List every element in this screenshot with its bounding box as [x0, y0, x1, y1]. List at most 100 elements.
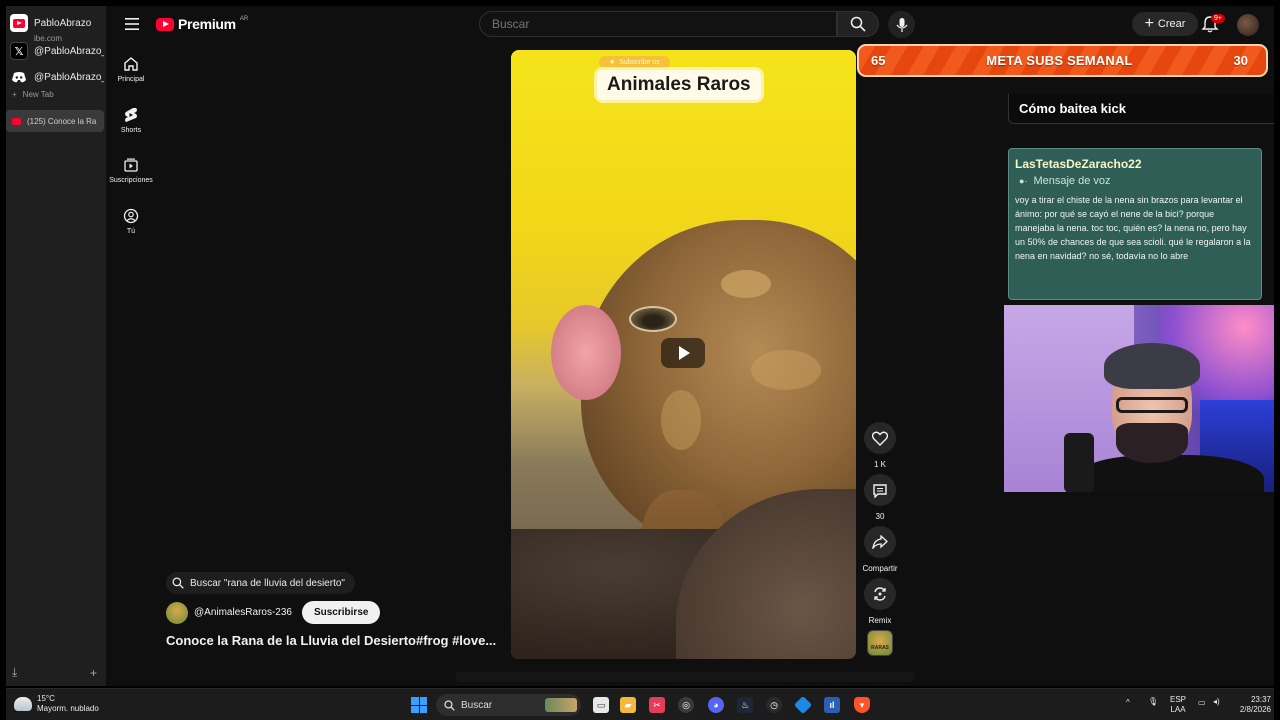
channel-row: @AnimalesRaros-236 Suscribirse	[166, 601, 381, 624]
search-icon	[172, 577, 184, 589]
like-count: 1 K	[873, 460, 886, 469]
active-tab[interactable]: (125) Conoce la Ra	[6, 110, 104, 132]
frog-spot	[661, 390, 701, 450]
youtube-icon	[10, 14, 28, 32]
overlay-subscribe-text: Subscribe us	[619, 58, 660, 66]
comments-button[interactable]: 30	[862, 474, 898, 521]
new-tab-label: New Tab	[22, 90, 54, 99]
voice-message-text: voy a tirar el chiste de la nena sin bra…	[1015, 195, 1251, 261]
search-highlight-icon	[545, 698, 577, 712]
like-button[interactable]: 1 K	[862, 422, 898, 469]
profile-label: @PabloAbrazo_	[34, 71, 104, 83]
screen-frame: PabloAbrazo ibe.com 𝕏 @PabloAbrazo_ @Pab…	[6, 6, 1274, 686]
account-avatar[interactable]	[1237, 14, 1259, 36]
search-button[interactable]	[837, 11, 879, 37]
guide-item-principal[interactable]: Principal	[108, 56, 154, 83]
create-label: Crear	[1157, 18, 1186, 30]
profile-label: @PabloAbrazo_	[34, 45, 104, 57]
task-view-icon[interactable]: ▭	[593, 697, 609, 713]
clock[interactable]: 23:37 2/8/2026	[1231, 695, 1271, 715]
search-input[interactable]	[479, 11, 837, 37]
frog-spot	[721, 270, 771, 298]
app-diamond-icon[interactable]	[793, 695, 813, 715]
subscribe-button[interactable]: Suscribirse	[301, 601, 381, 624]
guide-sidebar: Principal Shorts Suscripciones Tú	[108, 6, 154, 686]
obs-icon[interactable]: ◎	[678, 697, 694, 713]
steam-icon[interactable]: ♨	[737, 697, 753, 713]
guide-label: Shorts	[120, 127, 142, 134]
weather-desc: Mayorm. nublado	[37, 704, 99, 713]
tab-label: (125) Conoce la Ra	[27, 116, 97, 126]
add-icon[interactable]: +	[90, 666, 97, 680]
create-button[interactable]: + Crear	[1132, 12, 1198, 36]
goal-label: META SUBS SEMANAL	[986, 53, 1133, 68]
voice-message-kind-row: ●· Mensaje de voz	[1015, 175, 1255, 187]
plus-icon: +	[12, 90, 17, 99]
video-overlay-banner: ★ Subscribe us Animales Raros	[597, 56, 761, 100]
related-search-chip[interactable]: Buscar "rana de lluvia del desierto"	[166, 572, 355, 594]
new-tab-button[interactable]: + New Tab	[12, 90, 54, 99]
guide-item-suscripciones[interactable]: Suscripciones	[108, 157, 154, 184]
cloud-icon	[14, 697, 32, 711]
clock-time: 23:37	[1250, 695, 1271, 704]
share-button[interactable]: Compartir	[858, 526, 902, 573]
audio-app-icon[interactable]: ıl	[824, 697, 840, 713]
webcam-microphone	[1064, 433, 1094, 492]
discord-icon[interactable]: ◕	[708, 697, 724, 713]
profile-discord[interactable]: @PabloAbrazo_	[10, 66, 104, 88]
lang-line1: ESP	[1170, 695, 1187, 704]
remix-button[interactable]: Remix	[862, 578, 898, 625]
taskbar-search[interactable]: Buscar	[436, 694, 581, 716]
goal-target: 30	[1233, 53, 1248, 68]
overlay-title: Animales Raros	[597, 70, 761, 100]
youtube-premium-logo[interactable]: Premium AR	[156, 16, 248, 32]
short-title[interactable]: Conoce la Rana de la Lluvia del Desierto…	[166, 633, 496, 648]
guide-item-tu[interactable]: Tú	[108, 208, 154, 235]
subscriptions-icon	[124, 158, 138, 172]
weather-widget[interactable]: 15°C Mayorm. nublado	[14, 694, 99, 714]
frog-mouth	[551, 305, 621, 400]
guide-label: Principal	[117, 76, 145, 83]
comment-icon	[873, 483, 887, 498]
like-circle	[864, 422, 896, 454]
download-icon[interactable]: ⤓	[12, 665, 17, 680]
voice-message-user: LasTetasDeZaracho22	[1015, 157, 1142, 171]
search-icon	[444, 699, 455, 711]
discord-icon	[10, 68, 28, 86]
browser-sidebar: PabloAbrazo ibe.com 𝕏 @PabloAbrazo_ @Pab…	[6, 6, 106, 686]
profile-youtube[interactable]: PabloAbrazo	[10, 12, 104, 34]
volume-icon[interactable]: ◂)	[1213, 697, 1220, 707]
webcam-beard	[1116, 423, 1188, 463]
frog-eye	[629, 306, 677, 332]
channel-avatar[interactable]	[166, 601, 188, 624]
voice-search-button[interactable]	[888, 11, 915, 38]
share-icon	[872, 535, 888, 549]
snipping-tool-icon[interactable]: ✂	[649, 697, 665, 713]
clock-app-icon[interactable]: ◷	[766, 697, 782, 713]
profile-x[interactable]: 𝕏 @PabloAbrazo_	[10, 40, 104, 62]
short-video-player[interactable]: ★ Subscribe us Animales Raros	[511, 50, 856, 659]
share-circle	[864, 526, 896, 558]
remix-circle	[864, 578, 896, 610]
network-icon[interactable]: ▭	[1198, 698, 1206, 708]
tray-chevron-icon[interactable]: ^	[1126, 698, 1130, 708]
voice-icon: ●·	[1019, 176, 1028, 186]
channel-handle[interactable]: @AnimalesRaros-236	[194, 607, 292, 618]
language-indicator[interactable]: ESP LAA	[1170, 695, 1186, 715]
microphone-tray-icon[interactable]: 🎙	[1148, 697, 1158, 707]
share-label: Compartir	[862, 564, 898, 573]
x-icon: 𝕏	[10, 42, 28, 60]
windows-start-icon[interactable]	[411, 697, 427, 713]
sound-thumbnail[interactable]: RARAS	[867, 630, 893, 656]
brave-browser-icon[interactable]: ▾	[854, 697, 870, 713]
lang-line2: LAA	[1170, 705, 1186, 714]
play-button[interactable]	[661, 338, 705, 368]
file-explorer-icon[interactable]: ▰	[620, 697, 636, 713]
voice-message-kind: Mensaje de voz	[1033, 175, 1111, 187]
heart-icon	[872, 431, 888, 446]
stream-alert-title: Cómo baitea kick	[1008, 94, 1274, 124]
webcam-overlay	[1004, 305, 1274, 492]
guide-item-shorts[interactable]: Shorts	[108, 107, 154, 134]
youtube-logo-icon	[156, 17, 174, 31]
home-icon	[124, 57, 138, 71]
